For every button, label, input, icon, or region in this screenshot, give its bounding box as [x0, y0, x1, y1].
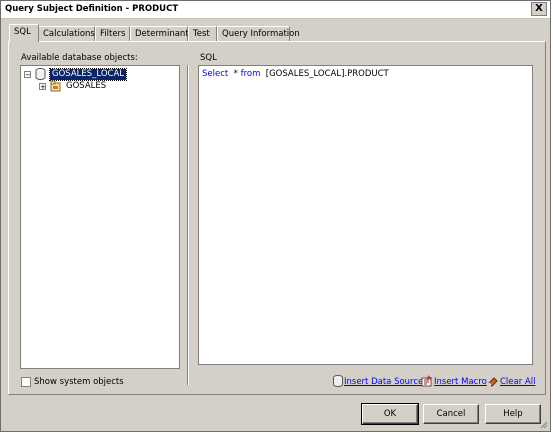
- eraser-icon[interactable]: [487, 375, 499, 387]
- sql-star: *: [228, 69, 238, 79]
- sql-heading: SQL: [200, 53, 217, 63]
- tab-sql-label: SQL: [14, 27, 31, 37]
- available-objects-heading: Available database objects:: [21, 53, 138, 63]
- sql-keyword-select: Select: [202, 69, 229, 79]
- tree-node-label: GOSALES_LOCAL: [48, 68, 128, 81]
- database-icon: [35, 68, 46, 80]
- sql-text: Select * from [GOSALES_LOCAL].PRODUCT: [202, 69, 389, 79]
- help-button[interactable]: Help: [485, 404, 541, 424]
- title-bar[interactable]: Query Subject Definition - PRODUCT X: [1, 1, 550, 19]
- cancel-button[interactable]: Cancel: [423, 404, 479, 424]
- tab-calculations-label: Calculations: [43, 29, 95, 39]
- macro-icon[interactable]: [421, 375, 433, 387]
- window-title: Query Subject Definition - PRODUCT: [5, 4, 179, 14]
- sql-editor[interactable]: Select * from [GOSALES_LOCAL].PRODUCT: [198, 65, 533, 365]
- sql-keyword-from: from: [240, 69, 261, 79]
- tab-test-label: Test: [193, 29, 210, 39]
- tab-filters[interactable]: Filters: [95, 26, 130, 41]
- query-subject-dialog: Query Subject Definition - PRODUCT X SQL…: [0, 0, 551, 432]
- tab-test[interactable]: Test: [188, 26, 217, 41]
- tree-node-label: GOSALES: [66, 81, 107, 91]
- tab-sql[interactable]: SQL: [9, 24, 39, 42]
- schema-icon: [50, 80, 61, 92]
- ok-button[interactable]: OK: [361, 403, 419, 425]
- show-system-objects-checkbox[interactable]: [21, 377, 31, 387]
- tab-calculations[interactable]: Calculations: [38, 26, 95, 41]
- expand-icon[interactable]: +: [39, 83, 46, 91]
- resize-grip-icon[interactable]: [538, 419, 548, 429]
- tab-query-information-label: Query Information: [222, 29, 300, 39]
- clear-all-link[interactable]: Clear All: [500, 377, 535, 387]
- tree-node-gosales[interactable]: + GOSALES: [21, 80, 141, 93]
- sql-table: [GOSALES_LOCAL].PRODUCT: [260, 69, 389, 79]
- show-system-objects-label[interactable]: Show system objects: [34, 377, 124, 387]
- insert-data-source-link[interactable]: Insert Data Source: [344, 377, 423, 387]
- tab-determinants[interactable]: Determinants: [130, 26, 193, 41]
- collapse-icon[interactable]: −: [24, 71, 31, 79]
- tab-query-information[interactable]: Query Information: [217, 26, 300, 41]
- insert-macro-link[interactable]: Insert Macro: [434, 377, 487, 387]
- pane-splitter[interactable]: [187, 65, 189, 385]
- data-source-icon[interactable]: [332, 375, 344, 387]
- close-button[interactable]: X: [531, 2, 547, 16]
- tab-filters-label: Filters: [100, 29, 126, 39]
- tab-determinants-label: Determinants: [135, 29, 194, 39]
- database-objects-tree[interactable]: − GOSALES_LOCAL + GOSALES: [20, 65, 180, 369]
